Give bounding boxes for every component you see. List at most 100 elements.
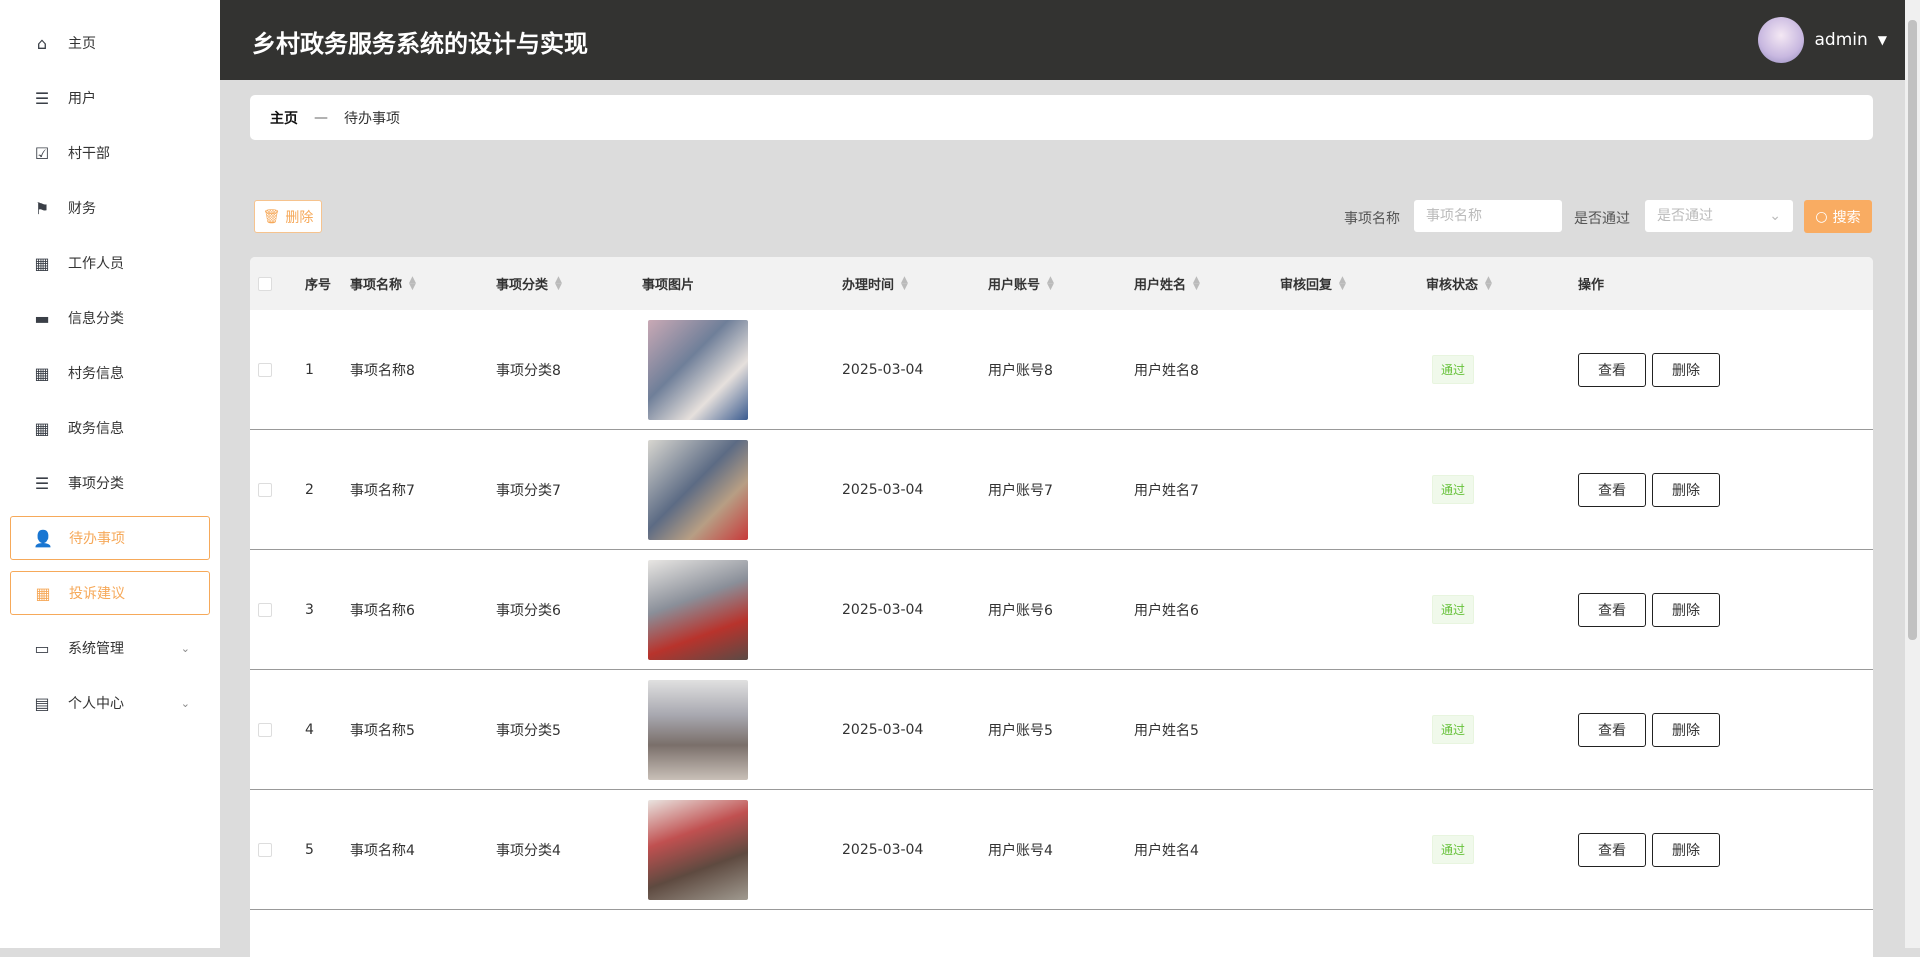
view-button[interactable]: 查看 <box>1578 833 1646 867</box>
sort-icon[interactable]: ▲▼ <box>1339 277 1346 291</box>
row-select[interactable] <box>258 310 272 429</box>
column-label: 操作 <box>1578 274 1604 293</box>
item-image[interactable] <box>648 680 748 780</box>
view-button[interactable]: 查看 <box>1578 353 1646 387</box>
column-label: 审核回复 <box>1280 274 1332 293</box>
view-button[interactable]: 查看 <box>1578 473 1646 507</box>
sidebar-item[interactable]: ⌂主页 <box>10 21 210 65</box>
breadcrumb-home[interactable]: 主页 <box>270 108 298 128</box>
sort-icon[interactable]: ▲▼ <box>409 277 416 291</box>
sidebar-item[interactable]: ☰ 事项分类 <box>10 461 210 505</box>
top-header: 乡村政务服务系统的设计与实现 admin ▼ <box>220 0 1905 80</box>
sidebar-item-label: 主页 <box>68 33 96 53</box>
sidebar-item[interactable]: ▦政务信息 <box>10 406 210 450</box>
sidebar-item[interactable]: ☰用户 <box>10 76 210 120</box>
item-image[interactable] <box>648 560 748 660</box>
sidebar-item[interactable]: ⚑财务 <box>10 186 210 230</box>
username: admin <box>1814 30 1867 50</box>
checkbox[interactable] <box>258 277 272 291</box>
sidebar-item[interactable]: ▦投诉建议 <box>10 571 210 615</box>
pass-select-placeholder: 是否通过 <box>1657 208 1713 224</box>
column-header[interactable]: 审核状态 ▲▼ <box>1426 257 1492 310</box>
sidebar-item-label: 用户 <box>68 88 96 108</box>
name-filter-label: 事项名称 <box>1344 208 1400 228</box>
batch-delete-button[interactable]: 🗑删除 <box>254 200 322 233</box>
item-image[interactable] <box>648 800 748 900</box>
cell-name: 事项名称5 <box>350 670 415 789</box>
user-menu[interactable]: admin ▼ <box>1758 17 1887 63</box>
row-select[interactable] <box>258 550 272 669</box>
grid-icon: ▦ <box>32 363 52 383</box>
sort-icon[interactable]: ▲▼ <box>1047 277 1054 291</box>
delete-button[interactable]: 删除 <box>1652 833 1720 867</box>
sidebar-item[interactable]: 👤待办事项 <box>10 516 210 560</box>
delete-button[interactable]: 删除 <box>1652 353 1720 387</box>
row-select[interactable] <box>258 670 272 789</box>
sidebar-item-label: 事项分类 <box>68 473 124 493</box>
sidebar-item[interactable]: ▬信息分类 <box>10 296 210 340</box>
select-all[interactable] <box>258 257 272 310</box>
delete-button[interactable]: 删除 <box>1652 473 1720 507</box>
avatar <box>1758 17 1804 63</box>
sidebar-item-label: 工作人员 <box>68 253 124 273</box>
scrollbar[interactable] <box>1905 0 1920 948</box>
column-label: 事项图片 <box>642 274 694 293</box>
table-row: 5 事项名称4 事项分类4 2025-03-04 用户账号4 用户姓名4 通过 … <box>250 790 1873 910</box>
column-label: 审核状态 <box>1426 274 1478 293</box>
view-button[interactable]: 查看 <box>1578 713 1646 747</box>
column-header[interactable]: 事项分类▲▼ <box>496 257 562 310</box>
sort-icon[interactable]: ▲▼ <box>1193 277 1200 291</box>
row-select[interactable] <box>258 790 272 909</box>
column-header[interactable]: 办理时间▲▼ <box>842 257 908 310</box>
name-filter-input[interactable]: 事项名称 <box>1414 200 1562 232</box>
view-button[interactable]: 查看 <box>1578 593 1646 627</box>
sidebar-item-label: 个人中心 <box>68 693 124 713</box>
checkbox[interactable] <box>258 603 272 617</box>
sidebar-item[interactable]: ▦工作人员 <box>10 241 210 285</box>
sidebar-item[interactable]: ▤个人中心⌄ <box>10 681 210 725</box>
flag-icon: ⚑ <box>32 198 52 218</box>
sidebar-item-label: 政务信息 <box>68 418 124 438</box>
cell-no: 1 <box>305 310 314 429</box>
scrollbar-thumb[interactable] <box>1908 20 1917 640</box>
list-icon: ☰ <box>32 473 52 493</box>
cell-account: 用户账号4 <box>988 790 1053 909</box>
column-header[interactable]: 事项名称▲▼ <box>350 257 416 310</box>
column-header: 序号 <box>305 257 331 310</box>
column-header[interactable]: 审核回复 ▲▼ <box>1280 257 1346 310</box>
delete-label: 删除 <box>285 207 313 227</box>
search-button[interactable]: ○搜索 <box>1804 200 1872 233</box>
cell-username: 用户姓名6 <box>1134 550 1199 669</box>
delete-button[interactable]: 删除 <box>1652 713 1720 747</box>
sort-icon[interactable]: ▲▼ <box>901 277 908 291</box>
checkbox[interactable] <box>258 483 272 497</box>
sort-icon[interactable]: ▲▼ <box>1485 277 1492 291</box>
breadcrumb-separator: — <box>314 110 328 126</box>
column-header: 操作 <box>1578 257 1604 310</box>
breadcrumb-current: 待办事项 <box>344 108 400 128</box>
sidebar-item[interactable]: ▦村务信息 <box>10 351 210 395</box>
cell-category: 事项分类6 <box>496 550 561 669</box>
item-image[interactable] <box>648 320 748 420</box>
cell-no: 5 <box>305 790 314 909</box>
row-select[interactable] <box>258 430 272 549</box>
cell-username: 用户姓名5 <box>1134 670 1199 789</box>
search-icon: ○ <box>1815 209 1827 225</box>
item-image[interactable] <box>648 440 748 540</box>
sidebar-item-label: 投诉建议 <box>69 583 125 603</box>
delete-button[interactable]: 删除 <box>1652 593 1720 627</box>
column-header[interactable]: 用户账号▲▼ <box>988 257 1054 310</box>
cell-category: 事项分类8 <box>496 310 561 429</box>
wallet-icon: ▤ <box>32 693 52 713</box>
column-header[interactable]: 用户姓名▲▼ <box>1134 257 1200 310</box>
table-row: 2 事项名称7 事项分类7 2025-03-04 用户账号7 用户姓名7 通过 … <box>250 430 1873 550</box>
sort-icon[interactable]: ▲▼ <box>555 277 562 291</box>
chevron-down-icon: ⌄ <box>1769 200 1781 232</box>
cell-username: 用户姓名4 <box>1134 790 1199 909</box>
sidebar-item[interactable]: ▭系统管理⌄ <box>10 626 210 670</box>
checkbox[interactable] <box>258 843 272 857</box>
sidebar-item[interactable]: ☑村干部 <box>10 131 210 175</box>
pass-filter-select[interactable]: 是否通过 ⌄ <box>1645 200 1793 232</box>
checkbox[interactable] <box>258 723 272 737</box>
checkbox[interactable] <box>258 363 272 377</box>
